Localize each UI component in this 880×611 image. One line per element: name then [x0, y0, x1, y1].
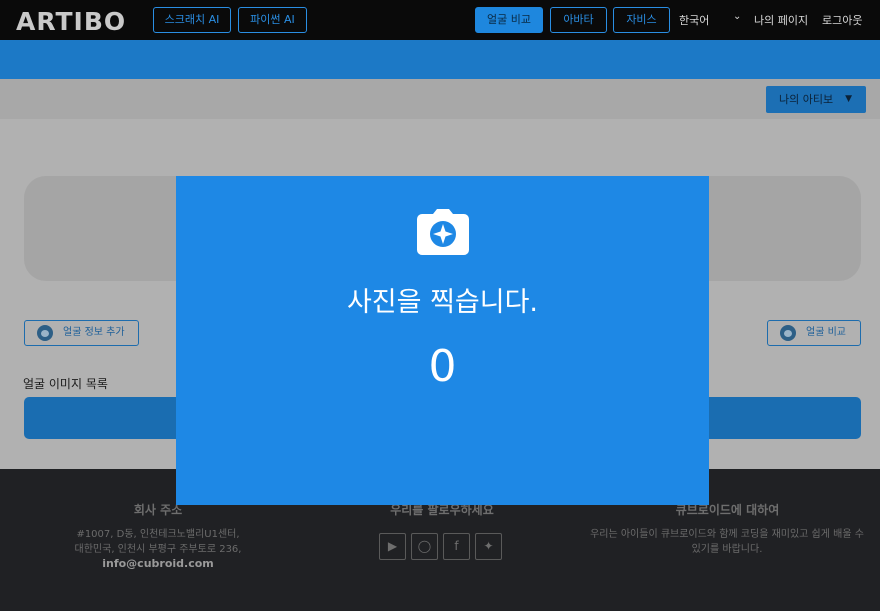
page-banner	[0, 40, 880, 79]
face-icon	[37, 325, 53, 341]
my-page-link[interactable]: 나의 페이지	[754, 12, 808, 28]
nav-face-compare-button[interactable]: 얼굴 비교	[475, 7, 543, 33]
footer-address-line1: #1007, D동, 인천테크노밸리U1센터,	[76, 529, 240, 540]
photo-capture-modal: 사진을 찍습니다. 0	[176, 176, 709, 505]
face-icon	[780, 325, 796, 341]
artibo-logo[interactable]: ARTIBO	[16, 7, 126, 36]
nav-jarvis-button[interactable]: 자비스	[613, 7, 670, 33]
camera-icon	[417, 209, 469, 255]
my-artibo-label: 나의 아티보	[779, 93, 834, 106]
countdown-number: 0	[428, 341, 457, 392]
facebook-icon[interactable]: f	[443, 533, 470, 560]
nav-avatar-button[interactable]: 아바타	[550, 7, 607, 33]
sub-toolbar	[0, 79, 880, 119]
nav-scratch-ai-button[interactable]: 스크래치 AI	[153, 7, 231, 33]
twitter-icon[interactable]: ✦	[475, 533, 502, 560]
logout-link[interactable]: 로그아웃	[822, 12, 862, 28]
add-face-info-label: 얼굴 정보 추가	[63, 327, 125, 338]
footer-address-line2: 대한민국, 인천시 부평구 주부토로 236,	[74, 544, 242, 555]
caret-down-icon: ▼	[845, 94, 852, 104]
add-face-info-button[interactable]: 얼굴 정보 추가	[24, 320, 139, 346]
instagram-icon[interactable]: ◯	[411, 533, 438, 560]
face-image-list-title: 얼굴 이미지 목록	[23, 377, 108, 391]
chevron-down-icon[interactable]: ⌄	[733, 11, 741, 22]
face-compare-label: 얼굴 비교	[806, 327, 846, 338]
footer-about-line2: 있기를 바랍니다.	[691, 544, 763, 555]
modal-message: 사진을 찍습니다.	[346, 287, 539, 318]
my-artibo-dropdown[interactable]: 나의 아티보 ▼	[766, 86, 866, 113]
top-navbar: ARTIBO 스크래치 AI 파이썬 AI 얼굴 비교 아바타 자비스 한국어 …	[0, 0, 880, 40]
youtube-icon[interactable]: ▶	[379, 533, 406, 560]
nav-python-ai-button[interactable]: 파이썬 AI	[238, 7, 307, 33]
language-select[interactable]: 한국어	[679, 12, 709, 28]
footer-email[interactable]: info@cubroid.com	[100, 557, 216, 570]
footer-about-line1: 우리는 아이들이 큐브로이드와 함께 코딩을 재미있고 쉽게 배울 수	[590, 529, 864, 540]
face-compare-button[interactable]: 얼굴 비교	[767, 320, 861, 346]
